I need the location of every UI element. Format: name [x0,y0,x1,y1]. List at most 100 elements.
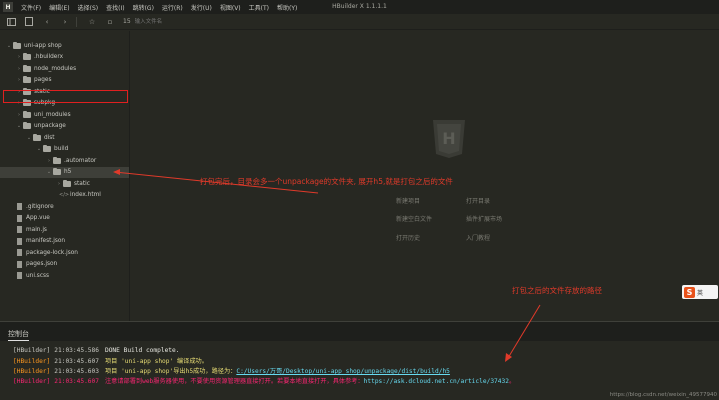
menu-run[interactable]: 运行(R) [158,3,187,12]
tree-item[interactable]: › node_modules [0,63,129,74]
tree-item[interactable]: ⌄ unpackage [0,121,129,132]
tree-item-label: main.js [26,226,47,233]
console-timestamp: 21:03:45.586 [54,347,99,354]
console-line: [HBuilder] 21:03:45.607 注意请部署到web服务器使用，不要使… [13,376,515,385]
welcome-open-recent[interactable]: 打开历史 [396,233,420,242]
menu-goto[interactable]: 跳转(G) [129,3,158,12]
new-file-icon[interactable] [22,15,36,29]
tree-item-label: .hbuilderx [34,54,63,60]
chevron-down-icon[interactable]: ⌄ [5,43,13,49]
folder-icon [43,145,51,152]
menu-tools[interactable]: 工具(T) [245,3,273,12]
menu-find[interactable]: 查找(I) [102,3,128,12]
menu-file[interactable]: 文件(F) [17,3,45,12]
tree-item[interactable]: › pages [0,75,129,86]
chevron-down-icon[interactable]: ⌄ [15,123,23,129]
welcome-getting-started[interactable]: 入门教程 [466,233,490,242]
folder-icon [23,53,31,60]
console-tag: [HBuilder] [13,368,51,375]
tree-item[interactable]: .gitignore [0,201,129,212]
tree-item[interactable]: package-lock.json [0,247,129,258]
menu-help[interactable]: 帮助(Y) [273,3,301,12]
tree-item[interactable]: ⌄ build [0,144,129,155]
chevron-down-icon[interactable]: ⌄ [25,135,33,141]
console-message: 注意请部署到web服务器使用，不要使用资源管理器直接打开。若要本地直接打开，具体… [104,378,364,385]
chevron-right-icon[interactable]: › [15,100,23,106]
project-explorer: ⌄ uni-app shop › .hbuilderx › node_modules › pa… [0,31,130,321]
browser-preview-icon[interactable]: ▫ [103,15,117,29]
hbuilderx-window: H 文件(F) 编辑(E) 选择(S) 查找(I) 跳转(G) 运行(R) 发行… [0,0,719,400]
ime-mode-label: 英 [697,289,704,297]
console-message: 项目 'uni-app shop'导出h5成功，路径为： [104,368,237,375]
chevron-right-icon[interactable]: › [15,77,23,83]
console-tab[interactable]: 控制台 [8,329,29,341]
ime-indicator[interactable]: S 英 [682,285,718,299]
welcome-plugin-market[interactable]: 插件扩展市场 [466,214,502,223]
tree-item-label: build [54,146,69,152]
address-label: 15 [123,18,131,25]
folder-icon [23,110,31,118]
chevron-down-icon[interactable]: ⌄ [35,146,43,152]
console-line: [HBuilder] 21:03:45.603 项目 'uni-app shop'导… [13,366,450,375]
tree-item-label: uni.scss [26,272,50,279]
app-logo-icon: H [3,2,13,12]
console-output-path-link[interactable]: C:/Users/万哥/Desktop/uni-app shop/unpacka… [236,368,450,375]
welcome-new-blank-file[interactable]: 新建空白文件 [396,214,432,223]
console-timestamp: 21:03:45.607 [54,378,99,385]
folder-icon [23,64,31,72]
back-arrow-icon[interactable]: ‹ [40,15,54,29]
chevron-right-icon[interactable]: › [55,181,63,187]
tree-item-label: manifest.json [26,238,66,244]
chevron-right-icon[interactable]: › [15,112,23,118]
folder-icon [23,99,31,106]
console-help-link[interactable]: https://ask.dcloud.net.cn/article/37432 [364,378,509,385]
tree-item[interactable]: </> index.html [0,190,129,201]
chevron-right-icon[interactable]: › [15,54,23,60]
tree-item[interactable]: › .hbuilderx [0,52,129,63]
console-header: 控制台 [0,321,719,341]
star-icon[interactable]: ☆ [85,15,99,29]
tree-item[interactable]: App.vue [0,213,129,224]
tree-item[interactable]: ⌄ uni-app shop [0,40,129,51]
sidebar-toggle-icon[interactable] [4,15,18,29]
menu-view[interactable]: 视图(V) [216,3,245,12]
chevron-right-icon[interactable]: › [15,89,23,95]
tree-item[interactable]: › subpkg [0,98,129,109]
tree-item[interactable]: pages.json [0,259,129,270]
welcome-new-project[interactable]: 新建项目 [396,196,420,205]
chevron-right-icon[interactable]: › [45,158,53,164]
folder-icon [23,87,31,95]
tree-item[interactable]: › static [0,178,129,189]
file-icon [17,226,22,233]
annotation-note-unpackage: 打包完后，目录会多一个unpackage的文件夹, 展开h5,就是打包之后的文件 [200,177,453,186]
chevron-down-icon[interactable]: ⌄ [45,169,53,175]
welcome-open-dir[interactable]: 打开目录 [466,196,490,205]
tree-item-label: App.vue [26,215,50,221]
console-output: https://blog.csdn.net/weixin_49577940 [H… [0,341,719,400]
tree-item[interactable]: › uni_modules [0,109,129,120]
file-icon [17,272,22,279]
tree-item-label: static [74,180,90,187]
tree-item[interactable]: ⌄ dist [0,132,129,143]
file-icon [17,249,22,256]
tree-item[interactable]: › static [0,86,129,97]
tree-item[interactable]: uni.scss [0,270,129,281]
chevron-right-icon[interactable]: › [15,66,23,72]
tree-item[interactable]: › .automator [0,155,129,166]
file-icon [17,260,22,268]
folder-icon [33,133,41,141]
console-tag: [HBuilder] [13,378,51,385]
file-icon [17,203,22,210]
annotation-note-path: 打包之后的文件存放的路径 [512,286,602,295]
tree-item[interactable]: manifest.json [0,236,129,247]
menu-select[interactable]: 选择(S) [74,3,103,12]
tree-item[interactable]: ⌄ h5 [0,166,129,178]
menu-publish[interactable]: 发行(U) [187,3,216,12]
forward-arrow-icon[interactable]: › [58,15,72,29]
hbuilder-logo-letter: H [442,129,455,148]
address-input[interactable] [134,16,265,27]
menu-edit[interactable]: 编辑(E) [45,3,73,12]
tree-item[interactable]: main.js [0,224,129,235]
folder-icon [63,179,71,187]
tree-item-label: h5 [64,169,72,175]
